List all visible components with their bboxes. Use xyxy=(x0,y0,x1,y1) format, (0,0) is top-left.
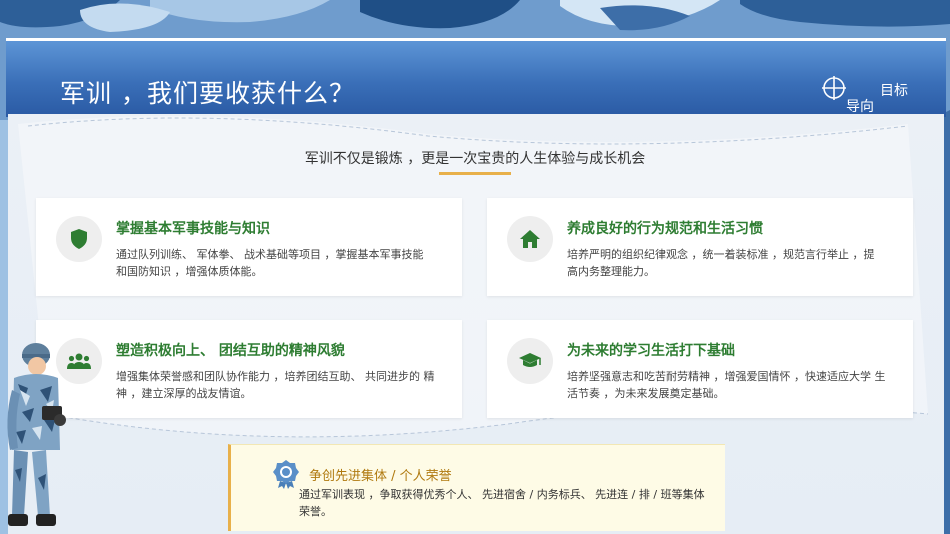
intro-subtitle: 军训不仅是锻炼 ，更是一次宝贵的人生体验与成长机会 xyxy=(304,151,646,167)
medal-icon xyxy=(273,460,299,489)
shield-icon xyxy=(71,229,87,249)
nav-label-target[interactable]: 目标 xyxy=(880,80,908,100)
award-title: 争创先进集体 / 个人荣誉 xyxy=(309,469,452,484)
card-title: 掌握基本军事技能与知识 xyxy=(116,221,270,237)
card-team-spirit: 塑造积极向上、 团结互助的精神风貌 增强集体荣誉感和团队协作能力 ，培养团结互助… xyxy=(36,320,462,418)
soldier-illustration xyxy=(7,343,66,526)
card-future-foundation: 为未来的学习生活打下基础 培养坚强意志和吃苦耐劳精神 ，增强爱国情怀 ，快速适应… xyxy=(487,320,913,418)
card-title: 养成良好的行为规范和生活习惯 xyxy=(567,221,763,237)
award-description: 通过军训表现 ，争取获得优秀个人、 先进宿舍 / 内务标兵、 先进连 / 排 /… xyxy=(299,488,705,518)
card-icon-circle xyxy=(56,216,102,262)
graduation-cap-icon xyxy=(519,353,541,367)
card-title: 为未来的学习生活打下基础 xyxy=(567,343,735,359)
award-banner: 争创先进集体 / 个人荣誉 通过军训表现 ，争取获得优秀个人、 先进宿舍 / 内… xyxy=(228,444,725,531)
card-behavior-habits: 养成良好的行为规范和生活习惯 培养严明的组织纪律观念 ，统一着装标准 ，规范言行… xyxy=(487,198,913,296)
card-description: 通过队列训练、 军体拳、 战术基础等项目 ，掌握基本军事技能 和国防知识 ，增强… xyxy=(116,248,424,278)
card-description: 培养坚强意志和吃苦耐劳精神 ，增强爱国情怀 ，快速适应大学 生活节奏 ，为未来发… xyxy=(567,370,886,400)
crosshair-icon[interactable] xyxy=(822,76,846,100)
card-title: 塑造积极向上、 团结互助的精神风貌 xyxy=(116,343,345,359)
subtitle-underline xyxy=(439,172,511,175)
card-icon-circle xyxy=(507,338,553,384)
card-military-skills: 掌握基本军事技能与知识 通过队列训练、 军体拳、 战术基础等项目 ，掌握基本军事… xyxy=(36,198,462,296)
page-title: 军训 ，我们要收获什么？ xyxy=(60,79,355,108)
card-description: 培养严明的组织纪律观念 ，统一着装标准 ，规范言行举止 ，提 高内务整理能力。 xyxy=(567,248,875,278)
home-icon xyxy=(520,230,540,248)
card-description: 增强集体荣誉感和团队协作能力 ，培养团结互助、 共同进步的 精神 ，建立深厚的战… xyxy=(116,370,435,400)
nav-label-guide[interactable]: 导向 xyxy=(846,96,874,116)
card-icon-circle xyxy=(507,216,553,262)
